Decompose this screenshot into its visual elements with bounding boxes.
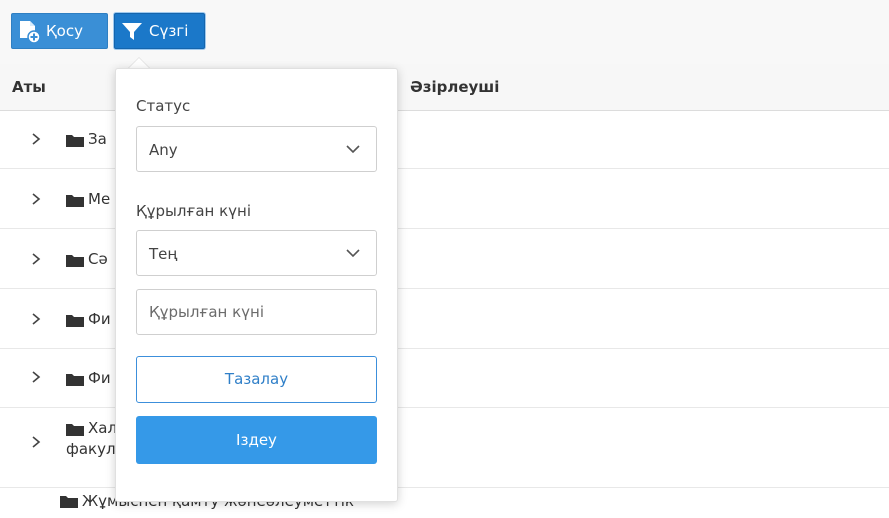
funnel-icon xyxy=(122,23,142,40)
created-date-operator-select[interactable]: Тең xyxy=(136,230,377,276)
row-name-line2: факул xyxy=(66,440,116,458)
filter-button-label: Сүзгі xyxy=(149,22,189,40)
column-header-author[interactable]: Әзірлеуші xyxy=(410,64,499,110)
search-button[interactable]: Іздеу xyxy=(136,416,377,464)
chevron-right-icon[interactable] xyxy=(30,193,42,205)
add-button-label: Қосу xyxy=(46,22,83,40)
created-date-input[interactable] xyxy=(136,289,377,335)
row-name: Ме xyxy=(88,190,111,208)
chevron-right-icon[interactable] xyxy=(30,133,42,145)
clear-button[interactable]: Тазалау xyxy=(136,356,377,403)
row-name: Фи xyxy=(88,369,111,387)
row-name: Фи xyxy=(88,310,111,328)
chevron-right-icon[interactable] xyxy=(30,313,42,325)
folder-icon xyxy=(66,424,84,436)
folder-icon xyxy=(60,496,78,508)
created-date-label: Құрылған күні xyxy=(136,202,252,220)
filter-button[interactable]: Сүзгі xyxy=(114,13,205,49)
row-name: Хал xyxy=(88,419,118,437)
status-select-value: Any xyxy=(149,141,178,159)
chevron-down-icon xyxy=(346,249,360,258)
row-name: За xyxy=(88,130,107,148)
chevron-right-icon[interactable] xyxy=(30,253,42,265)
folder-icon xyxy=(66,315,84,327)
created-date-operator-value: Тең xyxy=(149,245,178,263)
folder-icon xyxy=(66,195,84,207)
chevron-right-icon[interactable] xyxy=(30,436,42,448)
folder-icon xyxy=(66,255,84,267)
filter-popover: Статус Any Құрылған күні Тең Тазалау Ізд… xyxy=(115,68,398,502)
folder-icon xyxy=(66,374,84,386)
status-label: Статус xyxy=(136,97,191,115)
row-name: Сә xyxy=(88,250,108,268)
column-header-name[interactable]: Аты xyxy=(12,64,46,110)
folder-icon xyxy=(66,135,84,147)
toolbar: Қосу Сүзгі xyxy=(0,0,889,65)
chevron-right-icon[interactable] xyxy=(30,371,42,383)
status-select[interactable]: Any xyxy=(136,126,377,172)
add-file-icon xyxy=(20,21,41,44)
chevron-down-icon xyxy=(346,145,360,154)
add-button[interactable]: Қосу xyxy=(11,13,108,49)
